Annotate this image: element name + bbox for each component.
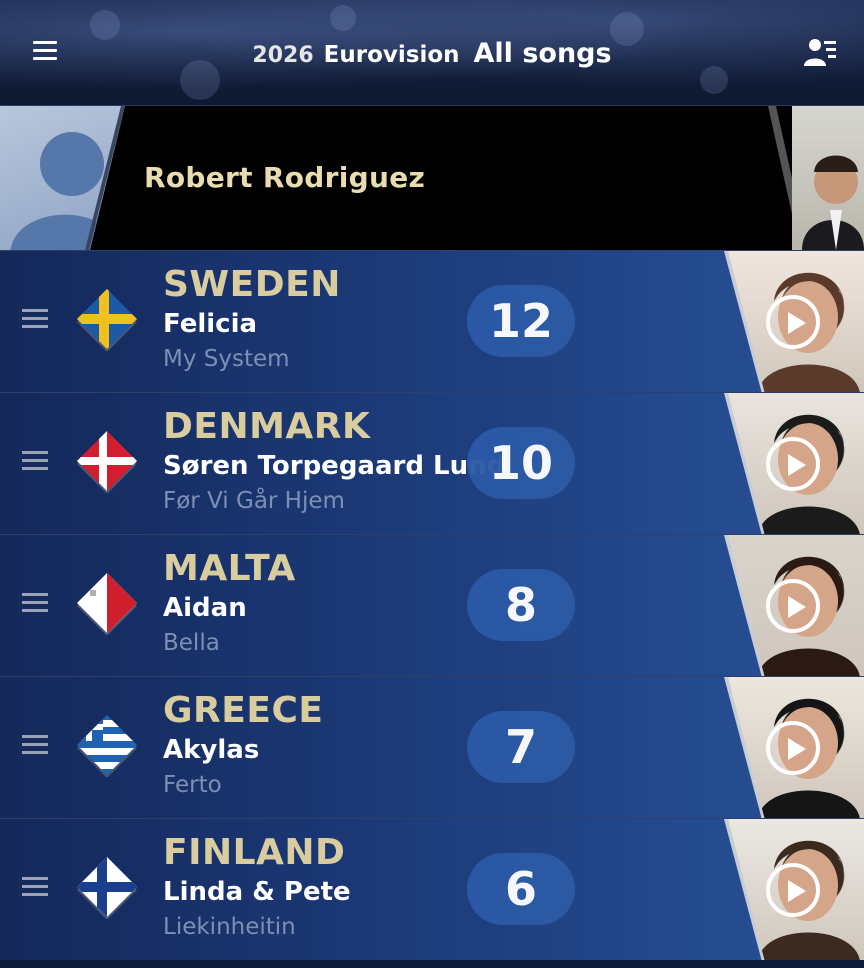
play-icon[interactable] (766, 295, 820, 349)
users-icon[interactable] (802, 36, 838, 68)
drag-handle-icon[interactable] (22, 309, 48, 329)
play-icon[interactable] (766, 721, 820, 775)
country-name: DENMARK (163, 406, 371, 447)
artist-name: Søren Torpegaard Lund (163, 451, 506, 481)
event-label: Eurovision (323, 42, 460, 68)
view-label: All songs (473, 38, 612, 69)
greece-flag-icon (75, 713, 139, 778)
artist-name: Akylas (163, 735, 260, 765)
app-header: 2026 Eurovision All songs (0, 0, 864, 106)
denmark-flag-icon (75, 429, 139, 494)
song-row[interactable]: MALTA Aidan Bella 8 (0, 534, 864, 676)
points-badge[interactable]: 7 (467, 711, 575, 783)
drag-handle-icon[interactable] (22, 593, 48, 613)
country-name: GREECE (163, 690, 324, 731)
finland-flag-icon (75, 855, 139, 920)
sweden-flag-icon (75, 287, 139, 352)
play-icon[interactable] (766, 579, 820, 633)
voter-bar[interactable]: Robert Rodriguez (0, 106, 864, 250)
song-title: Ferto (163, 772, 222, 798)
song-row[interactable]: FINLAND Linda & Pete Liekinheitin 6 (0, 818, 864, 960)
points-badge[interactable]: 10 (467, 427, 575, 499)
crowd-decoration (330, 5, 356, 31)
voter-photo (792, 106, 864, 250)
song-title: My System (163, 346, 290, 372)
song-row[interactable]: SWEDEN Felicia My System 12 (0, 250, 864, 392)
country-name: MALTA (163, 548, 296, 589)
person-photo-icon (802, 155, 864, 250)
voter-name: Robert Rodriguez (144, 161, 426, 194)
song-title: Liekinheitin (163, 914, 296, 940)
drag-handle-icon[interactable] (22, 735, 48, 755)
malta-flag-icon (75, 571, 139, 636)
year-label: 2026 (252, 43, 314, 68)
points-badge[interactable]: 12 (467, 285, 575, 357)
points-badge[interactable]: 8 (467, 569, 575, 641)
song-title: Før Vi Går Hjem (163, 488, 345, 514)
play-icon[interactable] (766, 437, 820, 491)
song-row[interactable]: DENMARK Søren Torpegaard Lund Før Vi Går… (0, 392, 864, 534)
country-name: SWEDEN (163, 264, 341, 305)
artist-name: Linda & Pete (163, 877, 351, 907)
song-title: Bella (163, 630, 220, 656)
crowd-decoration (90, 10, 120, 40)
crowd-decoration (700, 66, 728, 94)
points-badge[interactable]: 6 (467, 853, 575, 925)
play-icon[interactable] (766, 863, 820, 917)
artist-name: Felicia (163, 309, 258, 339)
drag-handle-icon[interactable] (22, 877, 48, 897)
drag-handle-icon[interactable] (22, 451, 48, 471)
artist-name: Aidan (163, 593, 247, 623)
song-row[interactable]: GREECE Akylas Ferto 7 (0, 676, 864, 818)
page-title: 2026 Eurovision All songs (0, 38, 864, 69)
country-name: FINLAND (163, 832, 346, 873)
